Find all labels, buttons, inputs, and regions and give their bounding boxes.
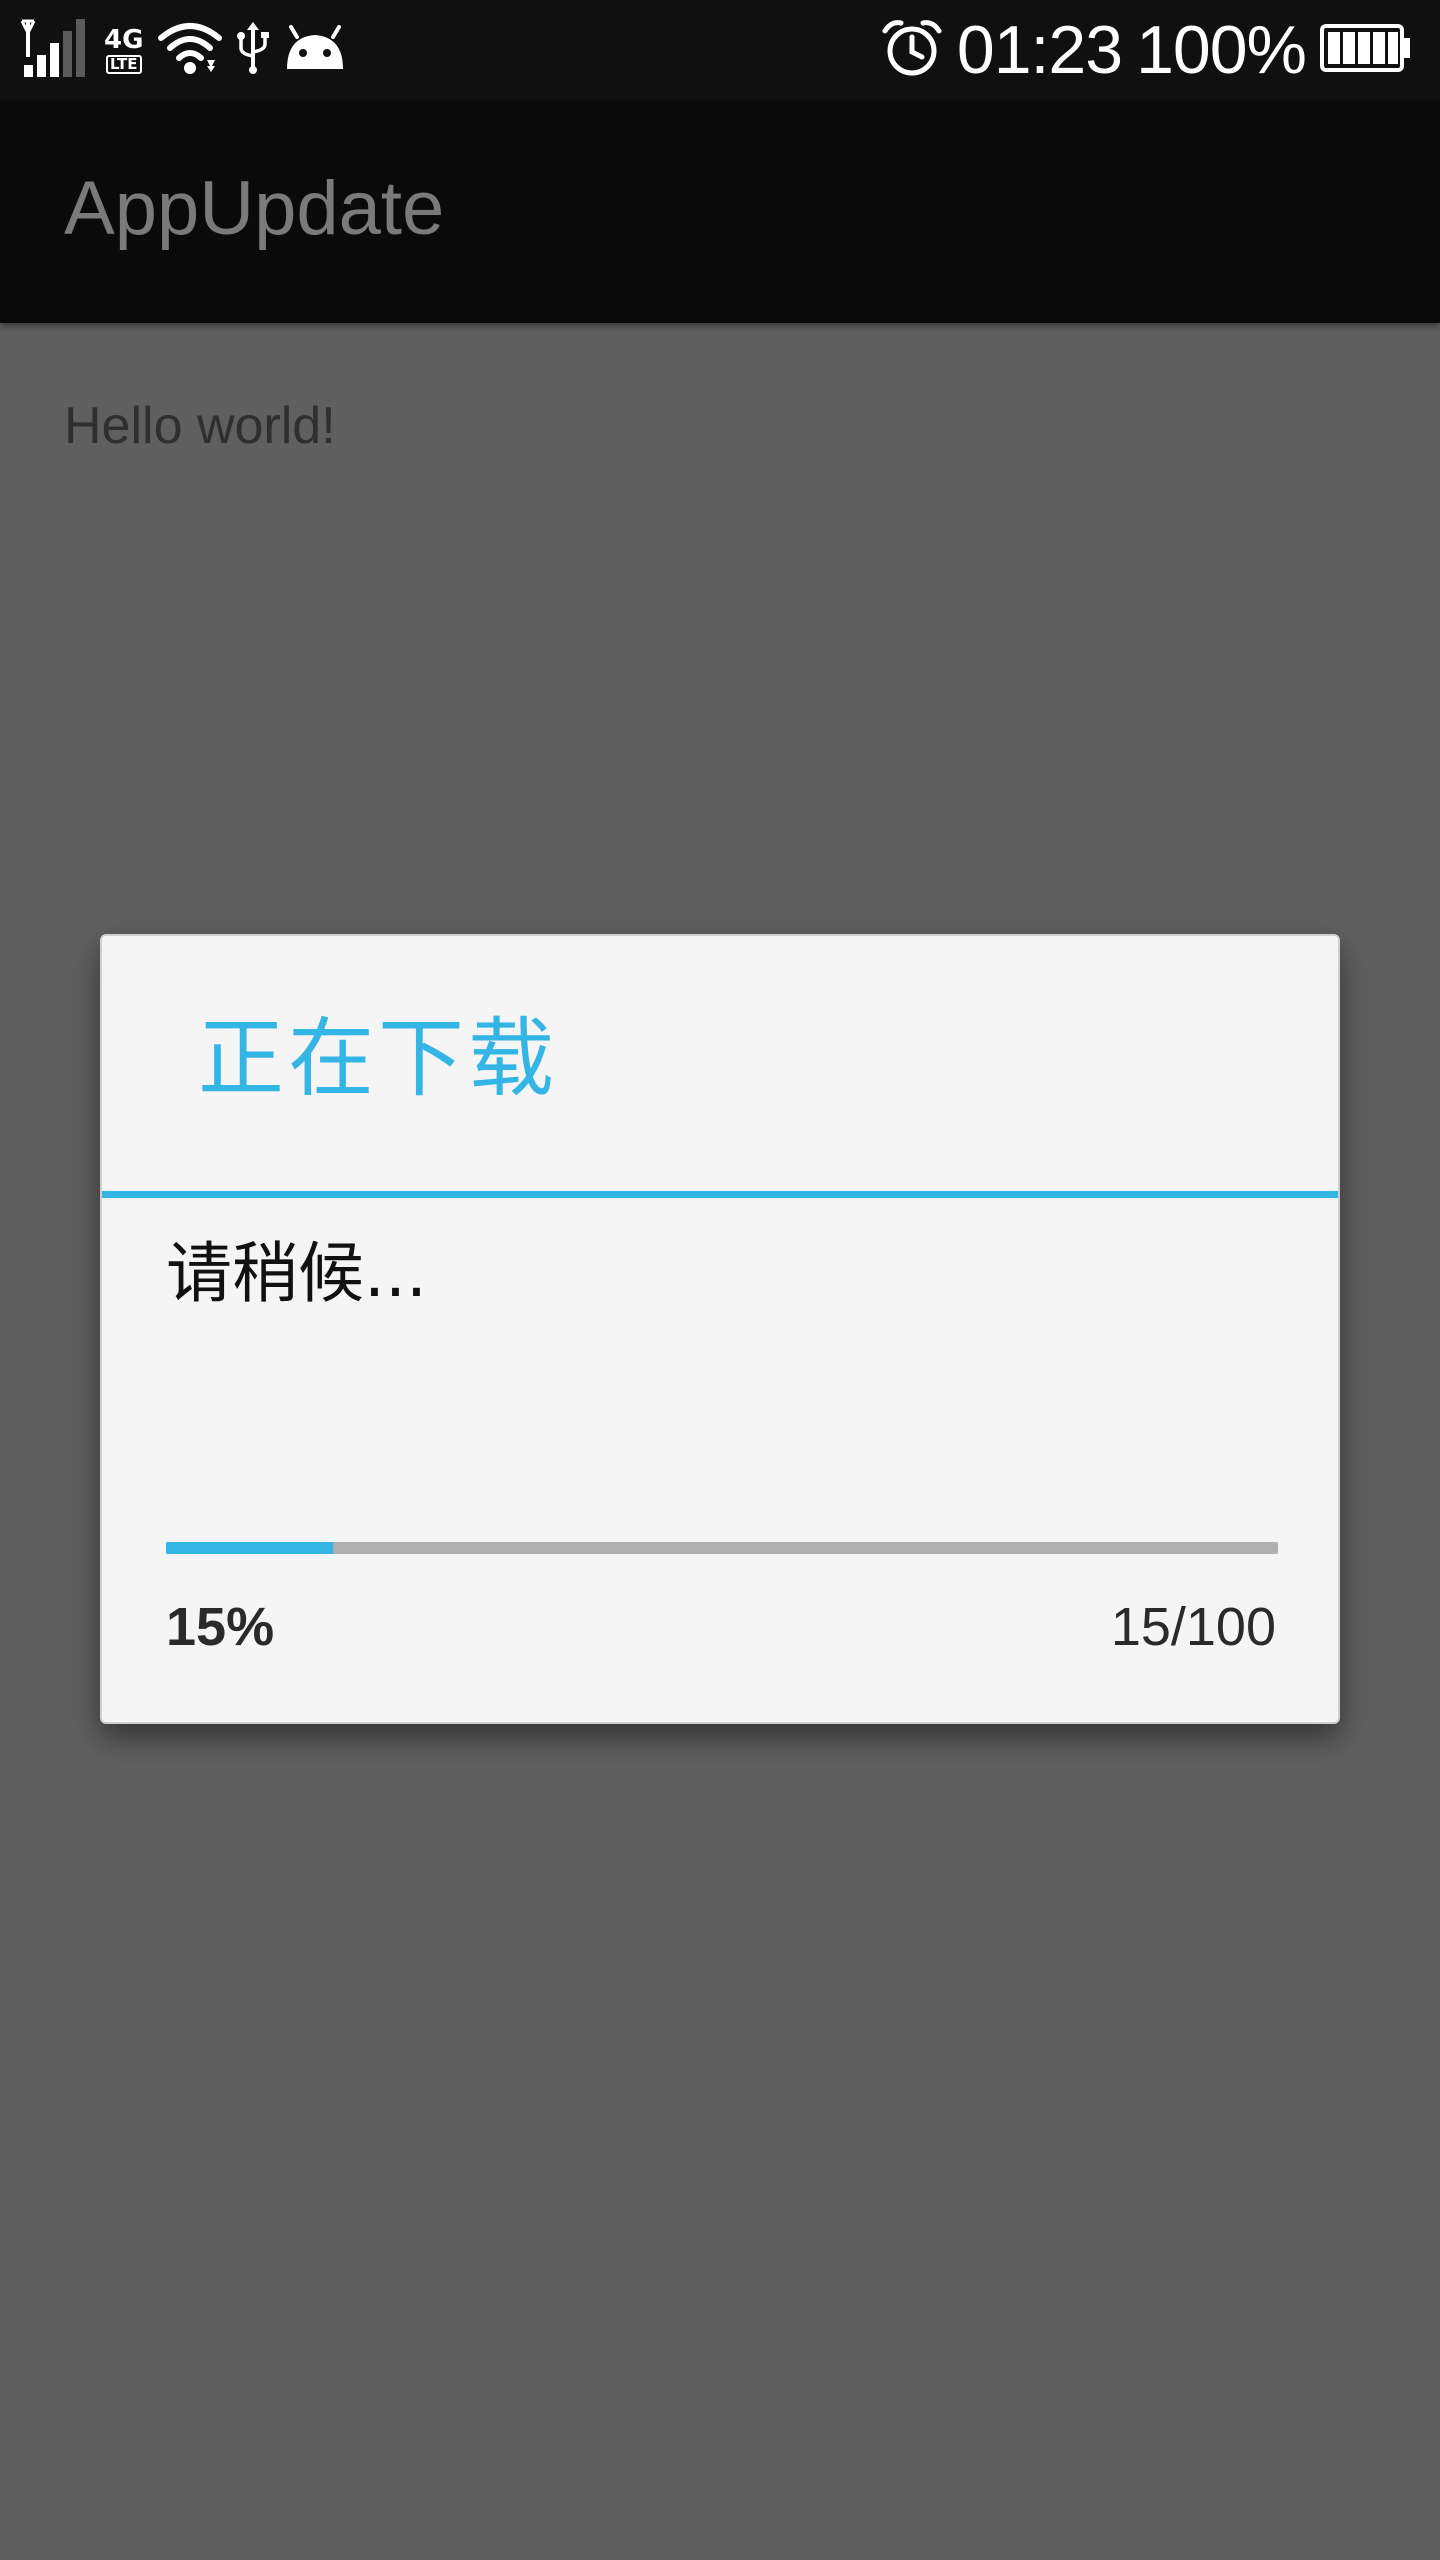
download-progress-dialog: 正在下载 请稍候... 15% 15/100 — [100, 934, 1340, 1724]
network-type-indicator: 4G LTE — [104, 27, 143, 74]
progress-number: 15/100 — [1110, 1597, 1276, 1657]
android-debug-icon — [283, 23, 347, 77]
dialog-title: 正在下载 — [198, 1009, 558, 1109]
clock: 01:23 — [956, 12, 1123, 88]
battery-percent: 100% — [1136, 12, 1307, 88]
status-bar: 4G LTE 01:23 100% — [0, 0, 1440, 101]
alarm-icon — [881, 17, 943, 83]
progress-bar — [166, 1542, 1278, 1554]
screen: 4G LTE 01:23 100% AppUpdate Hello world!… — [0, 0, 1440, 2560]
progress-bar-fill — [166, 1542, 333, 1554]
dialog-message: 请稍候... — [166, 1235, 427, 1312]
network-type-label: 4G — [104, 24, 144, 55]
wifi-icon — [157, 20, 223, 80]
hello-text: Hello world! — [64, 397, 336, 455]
action-bar: AppUpdate — [0, 101, 1440, 323]
network-sub-label: LTE — [105, 54, 142, 74]
battery-icon — [1320, 22, 1412, 78]
dialog-title-divider — [102, 1191, 1338, 1198]
app-title: AppUpdate — [64, 166, 445, 251]
usb-icon — [237, 22, 270, 78]
status-bar-left: 4G LTE — [20, 18, 347, 82]
progress-percent: 15% — [166, 1597, 275, 1657]
signal-icon — [20, 17, 90, 83]
status-bar-right: 01:23 100% — [881, 12, 1412, 88]
